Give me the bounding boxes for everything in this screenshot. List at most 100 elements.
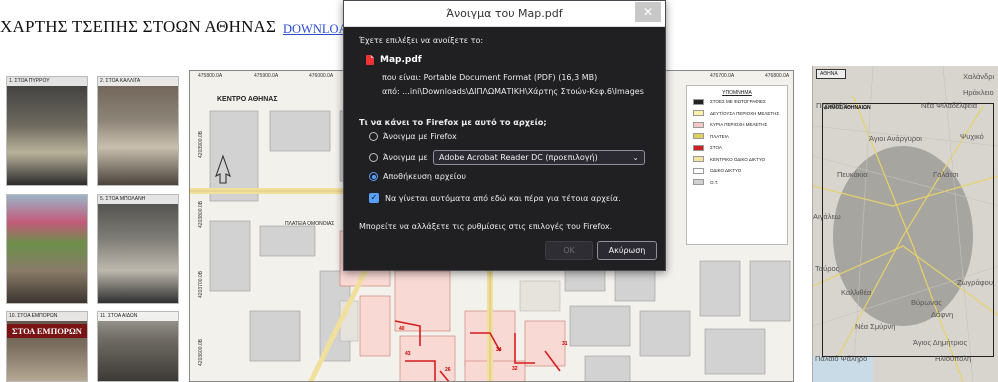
open-with-app-radio[interactable] bbox=[369, 153, 378, 162]
photo-thumbnail[interactable]: 5. ΣΤΟΑ ΜΠΟΛΑΝΗ bbox=[97, 194, 179, 304]
legend-item: ΔΕΥΤ/ΟΥΣΑ ΠΕΡΙΟΧΗ ΜΕΛΕΤΗΣ bbox=[687, 108, 787, 120]
legend-item: Ο.Τ. bbox=[687, 177, 787, 189]
photo-caption: 2. ΣΤΟΑ ΚΑΛΛΙΓΑ bbox=[98, 77, 178, 86]
place-label: Ηράκλειο bbox=[963, 88, 994, 97]
legend-swatch bbox=[693, 110, 704, 117]
place-label: Ηλιούπολη bbox=[935, 354, 972, 363]
place-label: Αιγάλεω bbox=[813, 212, 841, 221]
ok-button[interactable]: OK bbox=[545, 241, 593, 260]
legend-item: ΟΔΙΚΟ ΔΙΚΤΥΟ bbox=[687, 165, 787, 177]
block-number: 34 bbox=[496, 347, 502, 353]
photo-thumbnail[interactable]: 2. ΣΤΟΑ ΚΑΛΛΙΓΑ bbox=[97, 76, 179, 186]
legend-swatch bbox=[693, 133, 704, 140]
open-file-dialog: Άνοιγμα του Map.pdf ✕ Έχετε επιλέξει να … bbox=[343, 0, 666, 271]
legend-label: ΠΛΑΤΕΙΑ bbox=[710, 133, 729, 139]
photo-thumbnail[interactable]: 11. ΣΤΟΑ ΑΙΔΩΝ bbox=[97, 311, 179, 382]
legend-item: ΠΛΑΤΕΙΑ bbox=[687, 131, 787, 143]
file-type: που είναι: Portable Document Format (PDF… bbox=[382, 73, 598, 82]
place-label: Νέα Φιλαδέλφεια bbox=[921, 101, 978, 110]
place-label: Νέα Σμύρνη bbox=[855, 322, 896, 331]
place-label: Ψυχικό bbox=[960, 132, 984, 141]
legend-label: Ο.Τ. bbox=[710, 179, 719, 185]
photo-thumbnail[interactable] bbox=[6, 194, 88, 304]
place-label: Γαλάτσι bbox=[933, 170, 959, 179]
legend-label: ΚΕΝΤΡΙΚΟ ΟΔΙΚΟ ΔΙΚΤΥΟ bbox=[710, 156, 766, 162]
place-label: Βύρωνας bbox=[911, 298, 942, 307]
block-number: 43 bbox=[405, 351, 411, 357]
map-coord-left: 4203700.0B bbox=[198, 271, 204, 298]
place-label: Άγιοι Ανάργυροι bbox=[869, 134, 922, 143]
block-number: 26 bbox=[445, 367, 451, 373]
map-coord-left: 4203800.0B bbox=[198, 201, 204, 228]
legend-label: ΟΔΙΚΟ ΔΙΚΤΥΟ bbox=[710, 168, 742, 174]
place-label: Ζωγράφου bbox=[957, 278, 993, 287]
legend-swatch bbox=[693, 144, 704, 151]
street-label: ΠΛΑΤΕΙΑ ΟΜΟΝΟΙΑΣ bbox=[285, 221, 335, 227]
legend-label: ΔΕΥΤ/ΟΥΣΑ ΠΕΡΙΟΧΗ ΜΕΛΕΤΗΣ bbox=[710, 110, 780, 116]
block-number: 31 bbox=[562, 341, 568, 347]
overview-map[interactable]: ΑΘΗΝΑ ΔΗΜΟΣ ΑΘΗΝΑΙΩΝ Περιστέρι Νέα Φιλαδ… bbox=[812, 66, 998, 382]
file-name: Map.pdf bbox=[380, 55, 422, 65]
photo-caption: 11. ΣΤΟΑ ΑΙΔΩΝ bbox=[98, 312, 178, 321]
map-coord-left: 4203900.0B bbox=[198, 131, 204, 158]
save-file-radio[interactable] bbox=[369, 172, 378, 181]
auto-action-checkbox[interactable]: ✓ bbox=[369, 193, 379, 203]
map-coord-top: 475800.0A bbox=[198, 73, 223, 79]
photo-caption: 10. ΣΤΟΑ ΕΜΠΟΡΩΝ bbox=[7, 312, 87, 321]
place-label: Περιστέρι bbox=[816, 101, 848, 110]
open-with-firefox-label[interactable]: Άνοιγμα με Firefox bbox=[383, 132, 457, 141]
map-coord-top: 475900.0A bbox=[254, 73, 279, 79]
save-file-label[interactable]: Αποθήκευση αρχείου bbox=[383, 172, 466, 181]
application-select-value: Adobe Acrobat Reader DC (προεπιλογή) bbox=[439, 153, 598, 162]
photo-caption: 5. ΣΤΟΑ ΜΠΟΛΑΝΗ bbox=[98, 195, 178, 204]
block-number: 40 bbox=[399, 326, 405, 332]
place-label: Χαλάνδρι bbox=[963, 72, 995, 81]
download-link[interactable]: DOWNLOA bbox=[283, 22, 348, 37]
place-label: Καλλιθέα bbox=[841, 288, 872, 297]
place-label: Πευκάκια bbox=[837, 170, 868, 179]
legend-swatch bbox=[693, 121, 704, 128]
dialog-titlebar[interactable]: Άνοιγμα του Map.pdf ✕ bbox=[344, 1, 665, 27]
file-source: από: ...ini\Downloads\ΔΙΠΛΩΜΑΤΙΚΗ\Χάρτης… bbox=[382, 87, 644, 96]
legend-swatch bbox=[693, 156, 704, 163]
dialog-title: Άνοιγμα του Map.pdf bbox=[446, 7, 563, 20]
intro-text: Έχετε επιλέξει να ανοίξετε το: bbox=[359, 36, 484, 45]
chevron-down-icon: ⌄ bbox=[632, 153, 639, 162]
application-select[interactable]: Adobe Acrobat Reader DC (προεπιλογή) ⌄ bbox=[433, 150, 645, 165]
legend-item: ΣΤΟΕΣ ΜΕ ΦΩΤΟΓΡΑΦΙΕΣ bbox=[687, 96, 787, 108]
open-with-app-label[interactable]: Άνοιγμα με bbox=[383, 153, 428, 162]
legend-label: ΣΤΟΑ bbox=[710, 145, 722, 151]
legend-label: ΣΤΟΕΣ ΜΕ ΦΩΤΟΓΡΑΦΙΕΣ bbox=[710, 99, 766, 105]
page-title: ΧΑΡΤΗΣ ΤΣΕΠΗΣ ΣΤΟΩΝ ΑΘΗΝΑΣ bbox=[0, 17, 277, 36]
shop-sign: ΣΤΟΑ ΕΜΠΟΡΩΝ bbox=[7, 324, 87, 338]
map-coord-left: 4203600.0B bbox=[198, 339, 204, 366]
open-with-firefox-radio[interactable] bbox=[369, 132, 378, 141]
place-label: Παλαιό Φάληρο bbox=[815, 354, 868, 363]
map-coord-top: 476700.0A bbox=[710, 73, 735, 79]
legend-label: ΚΥΡΙΑ ΠΕΡΙΟΧΗ ΜΕΛΕΤΗΣ bbox=[710, 122, 768, 128]
action-question: Τι να κάνει το Firefox με αυτό το αρχείο… bbox=[359, 117, 547, 127]
legend-item: ΚΕΝΤΡΙΚΟ ΟΔΙΚΟ ΔΙΚΤΥΟ bbox=[687, 154, 787, 166]
close-button[interactable]: ✕ bbox=[635, 2, 661, 22]
map-title: ΚΕΝΤΡΟ ΑΘΗΝΑΣ bbox=[217, 96, 278, 103]
place-label: Ταύρος bbox=[815, 264, 840, 273]
map-coord-top: 476000.0A bbox=[309, 73, 334, 79]
auto-action-label[interactable]: Να γίνεται αυτόματα από εδώ και πέρα για… bbox=[385, 194, 621, 203]
legend-item: ΣΤΟΑ bbox=[687, 142, 787, 154]
place-label: Άγιος Δημήτριος bbox=[913, 338, 968, 347]
map-coord-top: 476800.0A bbox=[765, 73, 790, 79]
photo-thumbnail[interactable]: 1. ΣΤΟΑ ΠΥΡΡΟΥ bbox=[6, 76, 88, 186]
place-label: Δάφνη bbox=[931, 310, 954, 319]
overview-tag: ΑΘΗΝΑ bbox=[816, 69, 846, 79]
photo-caption: 1. ΣΤΟΑ ΠΥΡΡΟΥ bbox=[7, 77, 87, 86]
photo-thumbnail[interactable]: 10. ΣΤΟΑ ΕΜΠΟΡΩΝ ΣΤΟΑ ΕΜΠΟΡΩΝ bbox=[6, 311, 88, 382]
settings-note: Μπορείτε να αλλάξετε τις ρυθμίσεις στις … bbox=[359, 222, 613, 231]
map-legend: ΥΠΟΜΝΗΜΑ ΣΤΟΕΣ ΜΕ ΦΩΤΟΓΡΑΦΙΕΣ ΔΕΥΤ/ΟΥΣΑ Π… bbox=[686, 85, 788, 245]
pdf-icon bbox=[366, 55, 374, 65]
legend-swatch bbox=[693, 167, 704, 174]
legend-swatch bbox=[693, 98, 704, 105]
legend-swatch bbox=[693, 179, 704, 186]
legend-item: ΚΥΡΙΑ ΠΕΡΙΟΧΗ ΜΕΛΕΤΗΣ bbox=[687, 119, 787, 131]
block-number: 32 bbox=[512, 366, 518, 372]
cancel-button[interactable]: Ακύρωση bbox=[597, 241, 657, 260]
